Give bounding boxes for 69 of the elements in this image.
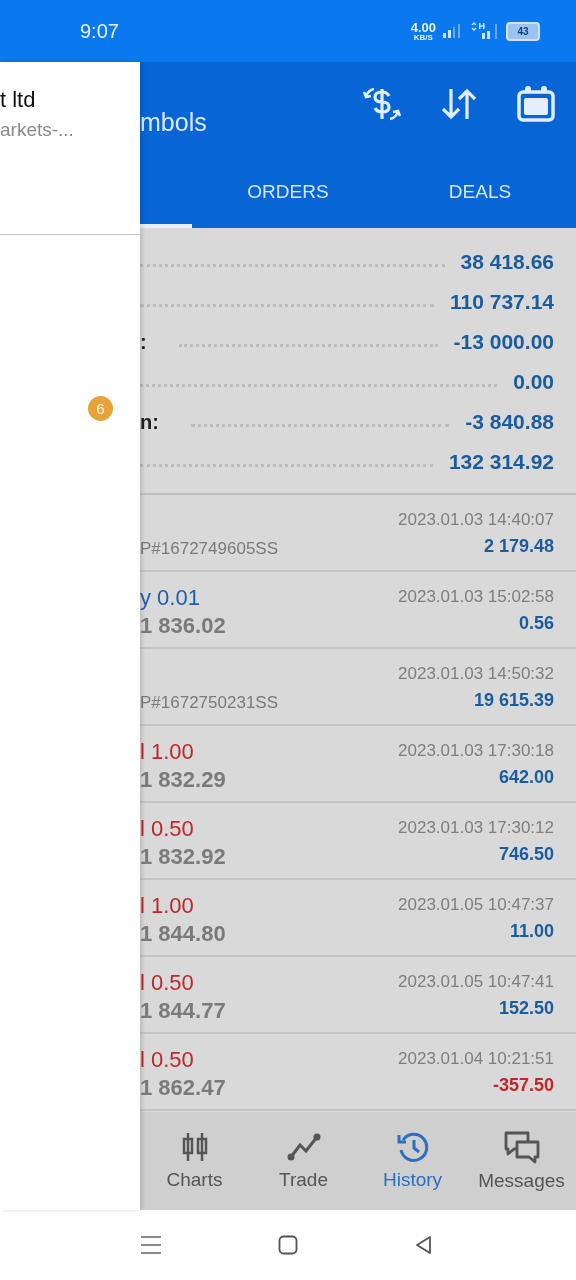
summary-value: 132 314.92 <box>448 450 554 474</box>
deal-time: 2023.01.05 10:47:37 <box>398 894 554 916</box>
screen-title: mbols <box>140 107 207 137</box>
deal-time: 2023.01.03 14:40:07 <box>398 509 554 531</box>
account-name: t ltd <box>0 87 37 113</box>
deal-profit: -357.50 <box>492 1074 554 1097</box>
battery-icon: 43 <box>506 21 540 41</box>
deal-price: 1 832.29 <box>140 766 226 794</box>
deal-price: 1 832.92 <box>140 843 226 871</box>
deal-profit: 11.00 <box>509 920 554 943</box>
deal-price: 1 862.47 <box>140 1074 226 1102</box>
tab[interactable]: ORDERS <box>192 160 384 228</box>
deal-time: 2023.01.03 17:30:12 <box>398 817 554 839</box>
tab[interactable]: DEALS <box>384 160 576 228</box>
deal-row[interactable]: P#1672749605SS 2023.01.03 14:40:07 2 179.48 <box>140 495 576 572</box>
deal-volume: l 1.00 <box>140 892 195 920</box>
deal-row[interactable]: P#1672750231SS 2023.01.03 14:50:32 19 615.39 <box>140 649 576 726</box>
home-square-icon[interactable] <box>278 1235 298 1255</box>
mobile-data-icon <box>470 22 500 40</box>
nav-item[interactable]: Charts <box>140 1112 249 1210</box>
summary-value: 110 737.14 <box>450 290 554 314</box>
sort-arrows-icon[interactable] <box>440 87 478 121</box>
notification-badge: 6 <box>88 396 113 421</box>
deal-time: 2023.01.04 10:21:51 <box>398 1048 554 1070</box>
deal-row[interactable]: l 1.00 1 832.29 2023.01.03 17:30:18 642.00 <box>140 726 576 803</box>
history-icon <box>395 1131 430 1163</box>
deal-time: 2023.01.05 10:47:41 <box>398 971 554 993</box>
summary-label: : <box>140 330 147 354</box>
summary-value: -13 000.00 <box>453 330 554 354</box>
deal-row[interactable]: l 1.00 1 844.80 2023.01.05 10:47:37 11.00 <box>140 880 576 957</box>
chat-icon <box>502 1130 541 1164</box>
deal-row[interactable]: y 0.01 1 836.02 2023.01.03 15:02:58 0.56 <box>140 572 576 649</box>
nav-item[interactable]: Messages <box>467 1112 576 1210</box>
nav-item[interactable]: History <box>358 1112 467 1210</box>
deal-volume: l 0.50 <box>140 969 195 997</box>
deal-price: 1 844.77 <box>140 997 226 1025</box>
deal-profit: 0.56 <box>518 612 554 635</box>
deal-volume: l 0.50 <box>140 815 195 843</box>
summary-value: 38 418.66 <box>460 250 554 274</box>
deal-profit: 19 615.39 <box>473 689 554 712</box>
deal-row[interactable]: l 0.50 1 832.92 2023.01.03 17:30:12 746.50 <box>140 803 576 880</box>
calendar-icon[interactable] <box>516 85 556 123</box>
back-icon[interactable] <box>414 1235 432 1255</box>
menu-icon[interactable] <box>140 1234 162 1256</box>
deal-time: 2023.01.03 15:02:58 <box>398 586 554 608</box>
summary-value: 0.00 <box>513 370 554 394</box>
deal-profit: 152.50 <box>498 997 554 1020</box>
deal-profit: 642.00 <box>498 766 554 789</box>
deal-time: 2023.01.03 17:30:18 <box>398 740 554 762</box>
network-speed: 4.00 <box>410 20 436 34</box>
deal-profit: 746.50 <box>498 843 554 866</box>
deal-profit: 2 179.48 <box>483 535 554 558</box>
deal-volume: y 0.01 <box>140 584 201 612</box>
speed-unit: KB/S <box>413 33 433 42</box>
deal-comment: P#1672749605SS <box>140 538 279 560</box>
deal-volume: l 1.00 <box>140 738 195 766</box>
account-server: arkets-... <box>0 118 75 142</box>
summary-value: -3 840.88 <box>465 410 554 434</box>
deal-row[interactable]: l 0.50 1 844.77 2023.01.05 10:47:41 152.50 <box>140 957 576 1034</box>
currency-exchange-icon[interactable] <box>362 85 402 123</box>
line-chart-icon <box>286 1131 321 1163</box>
deal-price: 1 836.02 <box>140 612 226 640</box>
nav-item[interactable]: Trade <box>249 1112 358 1210</box>
clock-time: 9:07 <box>80 19 119 43</box>
deal-price: 1 844.80 <box>140 920 226 948</box>
deal-comment: P#1672750231SS <box>140 692 279 714</box>
summary-label: n: <box>140 410 159 434</box>
deal-time: 2023.01.03 14:50:32 <box>398 663 554 685</box>
deal-volume: l 0.50 <box>140 1046 195 1074</box>
